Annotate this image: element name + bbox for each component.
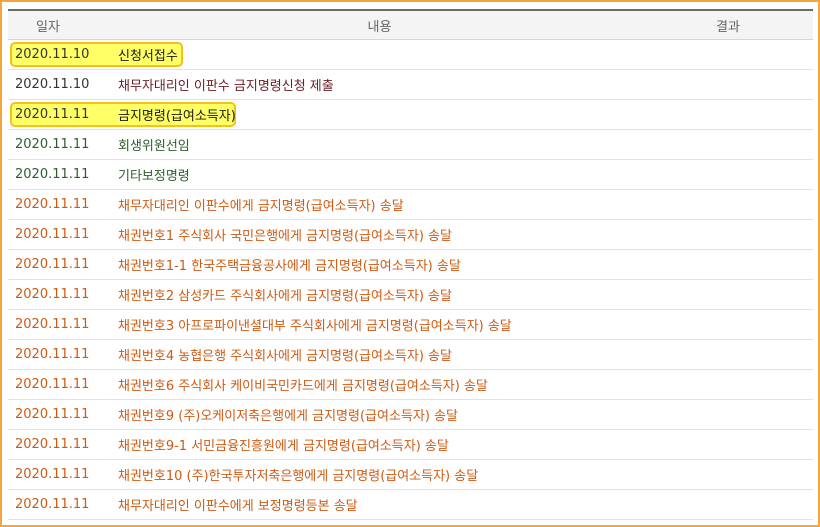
table-row: 2020.11.11 채권번호3 아프로파이낸셜대부 주식회사에게 금지명령(급여… — [8, 310, 813, 340]
table-row: 2020.11.10 신청서접수 — [8, 40, 813, 70]
row-content: 채권번호1 주식회사 국민은행에게 금지명령(급여소득자) 송달 — [118, 229, 452, 244]
row-content: 채권번호3 아프로파이낸셜대부 주식회사에게 금지명령(급여소득자) 송달 — [118, 319, 512, 334]
row-date: 2020.11.11 — [15, 497, 90, 512]
row-date: 2020.11.11 — [15, 407, 90, 422]
table-row: 2020.11.11 채권번호2 삼성카드 주식회사에게 금지명령(급여소득자) … — [8, 280, 813, 310]
table-row: 2020.11.11 기타보정명령 — [8, 160, 813, 190]
table-row: 2020.11.11 채권번호1-1 한국주택금융공사에게 금지명령(급여소득자)… — [8, 250, 813, 280]
row-date: 2020.11.10 — [15, 47, 90, 62]
table-body: 2020.11.10 신청서접수 2020.11.10 채무자대리인 이판수 금지명령… — [8, 40, 813, 520]
table-row: 2020.11.11 채권번호4 농협은행 주식회사에게 금지명령(급여소득자) … — [8, 340, 813, 370]
table-row: 2020.11.11 채무자대리인 이판수에게 금지명령(급여소득자) 송달 — [8, 190, 813, 220]
row-date: 2020.11.11 — [15, 167, 90, 182]
row-content: 채권번호1-1 한국주택금융공사에게 금지명령(급여소득자) 송달 — [118, 259, 461, 274]
table-row: 2020.11.10 채무자대리인 이판수 금지명령신청 제출 — [8, 70, 813, 100]
row-content: 채권번호2 삼성카드 주식회사에게 금지명령(급여소득자) 송달 — [118, 289, 452, 304]
row-content: 금지명령(급여소득자) — [118, 109, 236, 124]
row-content: 채권번호6 주식회사 케이비국민카드에게 금지명령(급여소득자) 송달 — [118, 379, 488, 394]
case-history-table: 일자 내용 결과 2020.11.10 신청서접수 2020.11.10 채무자대리인… — [8, 9, 813, 520]
row-date: 2020.11.11 — [15, 107, 90, 122]
header-content: 내용 — [367, 19, 392, 35]
row-date: 2020.11.11 — [15, 377, 90, 392]
row-content: 기타보정명령 — [118, 169, 190, 184]
row-date: 2020.11.11 — [15, 317, 90, 332]
row-content: 채권번호4 농협은행 주식회사에게 금지명령(급여소득자) 송달 — [118, 349, 452, 364]
case-history-panel: 일자 내용 결과 2020.11.10 신청서접수 2020.11.10 채무자대리인… — [0, 0, 820, 527]
row-content: 채무자대리인 이판수 금지명령신청 제출 — [118, 79, 334, 94]
row-content: 신청서접수 — [118, 49, 178, 64]
header-date: 일자 — [36, 19, 60, 35]
row-date: 2020.11.11 — [15, 137, 90, 152]
table-row: 2020.11.11 채권번호1 주식회사 국민은행에게 금지명령(급여소득자) … — [8, 220, 813, 250]
row-date: 2020.11.10 — [15, 77, 90, 92]
row-content: 채무자대리인 이판수에게 금지명령(급여소득자) 송달 — [118, 199, 404, 214]
row-content: 채권번호10 (주)한국투자저축은행에게 금지명령(급여소득자) 송달 — [118, 469, 479, 484]
table-row: 2020.11.11 채무자대리인 이판수에게 보정명령등본 송달 — [8, 490, 813, 520]
table-row: 2020.11.11 채권번호9-1 서민금융진흥원에게 금지명령(급여소득자) … — [8, 430, 813, 460]
row-content: 채권번호9 (주)오케이저축은행에게 금지명령(급여소득자) 송달 — [118, 409, 458, 424]
table-row: 2020.11.11 회생위원선임 — [8, 130, 813, 160]
row-date: 2020.11.11 — [15, 467, 90, 482]
row-date: 2020.11.11 — [15, 227, 90, 242]
row-date: 2020.11.11 — [15, 257, 90, 272]
header-result: 결과 — [716, 19, 740, 35]
row-date: 2020.11.11 — [15, 437, 90, 452]
table-row: 2020.11.11 채권번호10 (주)한국투자저축은행에게 금지명령(급여소득… — [8, 460, 813, 490]
row-date: 2020.11.11 — [15, 287, 90, 302]
row-content: 회생위원선임 — [118, 139, 190, 154]
table-row: 2020.11.11 채권번호9 (주)오케이저축은행에게 금지명령(급여소득자)… — [8, 400, 813, 430]
row-date: 2020.11.11 — [15, 197, 90, 212]
row-content: 채권번호9-1 서민금융진흥원에게 금지명령(급여소득자) 송달 — [118, 439, 449, 454]
table-header: 일자 내용 결과 — [8, 11, 813, 40]
table-row: 2020.11.11 금지명령(급여소득자) — [8, 100, 813, 130]
table-row: 2020.11.11 채권번호6 주식회사 케이비국민카드에게 금지명령(급여소득… — [8, 370, 813, 400]
row-date: 2020.11.11 — [15, 347, 90, 362]
row-content: 채무자대리인 이판수에게 보정명령등본 송달 — [118, 499, 358, 514]
